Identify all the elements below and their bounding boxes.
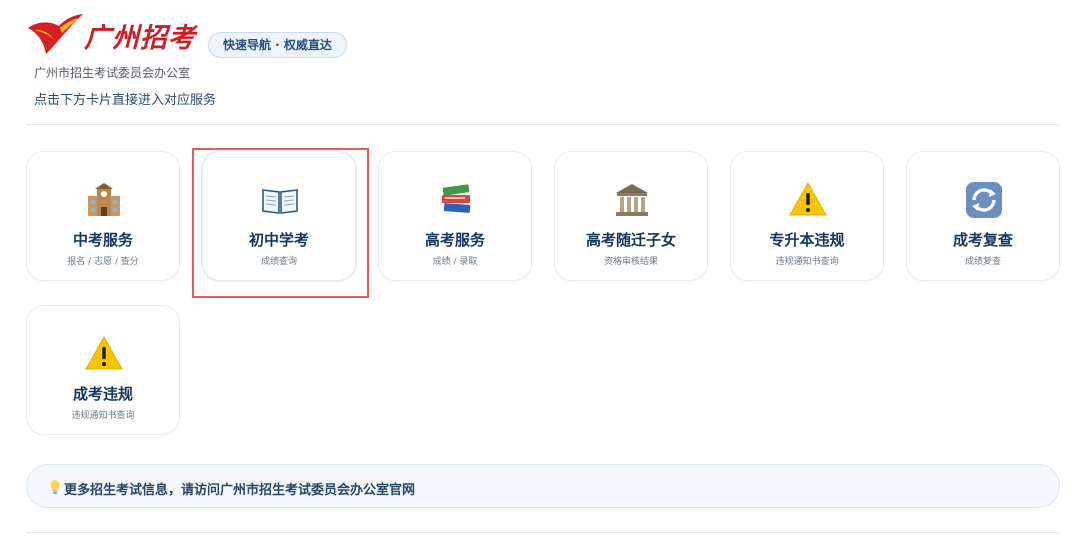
swoosh-logo-icon <box>28 14 83 54</box>
top-divider <box>26 124 1060 125</box>
school-building-icon <box>88 183 120 216</box>
card-gaokao-migrant-children[interactable]: 高考随迁子女 资格审核结果 <box>554 151 708 281</box>
warning-icon <box>85 335 123 370</box>
card-title: 高考服务 <box>424 231 485 249</box>
card-subtitle: 成绩查询 <box>260 257 297 267</box>
stacked-books-icon <box>442 184 471 213</box>
card-junior-exam[interactable]: 初中学考 成绩查询 <box>202 151 356 281</box>
open-book-icon <box>262 189 298 214</box>
banner-text: 更多招生考试信息，请访问广州市招生考试委员会办公室官网 <box>64 483 416 498</box>
card-title: 成考复查 <box>952 231 1013 249</box>
organization-name: 广州市招生考试委员会办公室 <box>34 66 191 80</box>
card-title: 成考违规 <box>72 385 133 403</box>
card-subtitle: 成绩复查 <box>964 257 1001 267</box>
card-chengkao-violation[interactable]: 成考违规 违规通知书查询 <box>26 305 180 435</box>
lightbulb-icon <box>50 480 60 494</box>
card-subtitle: 资格审核结果 <box>603 257 658 267</box>
logo-text: 广州招考 <box>84 23 196 54</box>
card-title: 专升本违规 <box>769 231 845 249</box>
service-card-grid: 中考服务 报名 / 志愿 / 查分 初中学考 成绩查询 高考服务 成绩 / 录取… <box>26 151 1060 441</box>
card-chengkao-recheck[interactable]: 成考复查 成绩复查 <box>906 151 1060 281</box>
site-logo[interactable]: 广州招考 <box>26 10 196 60</box>
card-gaokao-service[interactable]: 高考服务 成绩 / 录取 <box>378 151 532 281</box>
card-subtitle: 违规通知书查询 <box>775 257 839 267</box>
classical-building-icon <box>616 184 648 216</box>
card-title: 初中学考 <box>248 231 309 249</box>
card-subtitle: 违规通知书查询 <box>71 411 135 421</box>
card-title: 中考服务 <box>72 231 133 249</box>
bottom-divider <box>26 532 1060 533</box>
refresh-icon <box>966 182 1002 218</box>
card-subtitle: 成绩 / 录取 <box>432 257 478 267</box>
service-hint: 点击下方卡片直接进入对应服务 <box>34 93 217 108</box>
warning-icon <box>789 181 827 216</box>
quick-nav-badge[interactable]: 快速导航 · 权威直达 <box>208 32 347 58</box>
official-site-banner[interactable]: 更多招生考试信息，请访问广州市招生考试委员会办公室官网 <box>26 464 1060 508</box>
card-zhuanshengben-violation[interactable]: 专升本违规 违规通知书查询 <box>730 151 884 281</box>
header: 广州招考 快速导航 · 权威直达 广州市招生考试委员会办公室 点击下方卡片直接进… <box>26 10 1060 124</box>
card-title: 高考随迁子女 <box>585 231 676 249</box>
card-subtitle: 报名 / 志愿 / 查分 <box>67 257 139 267</box>
page: 广州招考 快速导航 · 权威直达 广州市招生考试委员会办公室 点击下方卡片直接进… <box>0 0 1080 540</box>
card-zhongkao-service[interactable]: 中考服务 报名 / 志愿 / 查分 <box>26 151 180 281</box>
